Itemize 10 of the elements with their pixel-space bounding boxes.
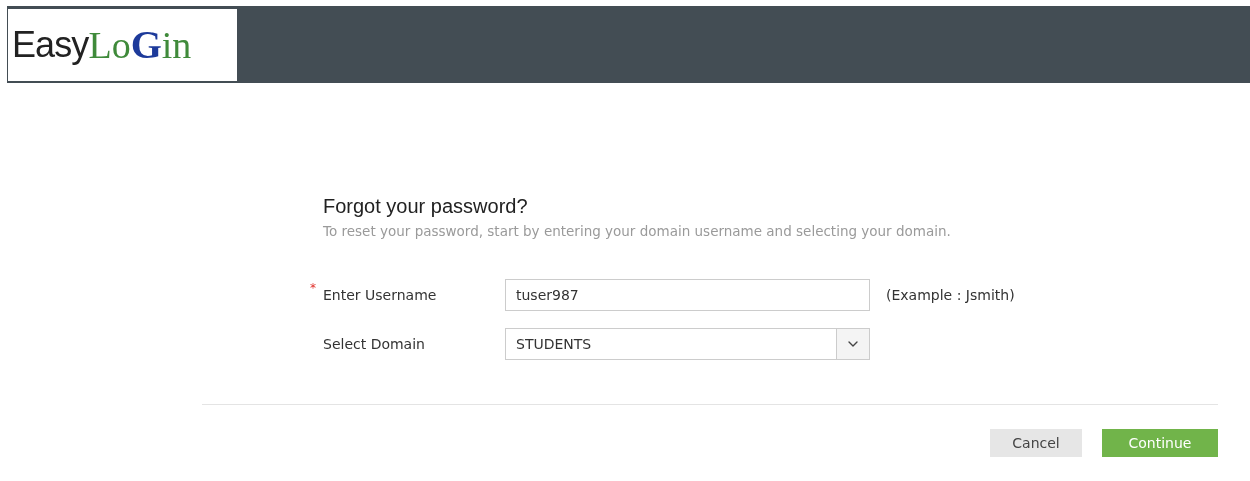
example-hint: (Example : Jsmith) (886, 285, 1015, 305)
username-field[interactable]: tuser987 (505, 279, 870, 312)
page-title: Forgot your password? (323, 194, 529, 219)
field-label: Enter Username (323, 285, 437, 305)
field-label: Select Domain (323, 334, 425, 354)
required-asterisk: * (310, 279, 316, 297)
instructions-text: To reset your password, start by entering your domain username and selecting your domain. (323, 222, 952, 241)
logo: EasyLoGin (8, 8, 237, 81)
domain-select[interactable]: STUDENTS (505, 328, 870, 361)
cancel-button[interactable]: Cancel (990, 429, 1082, 458)
